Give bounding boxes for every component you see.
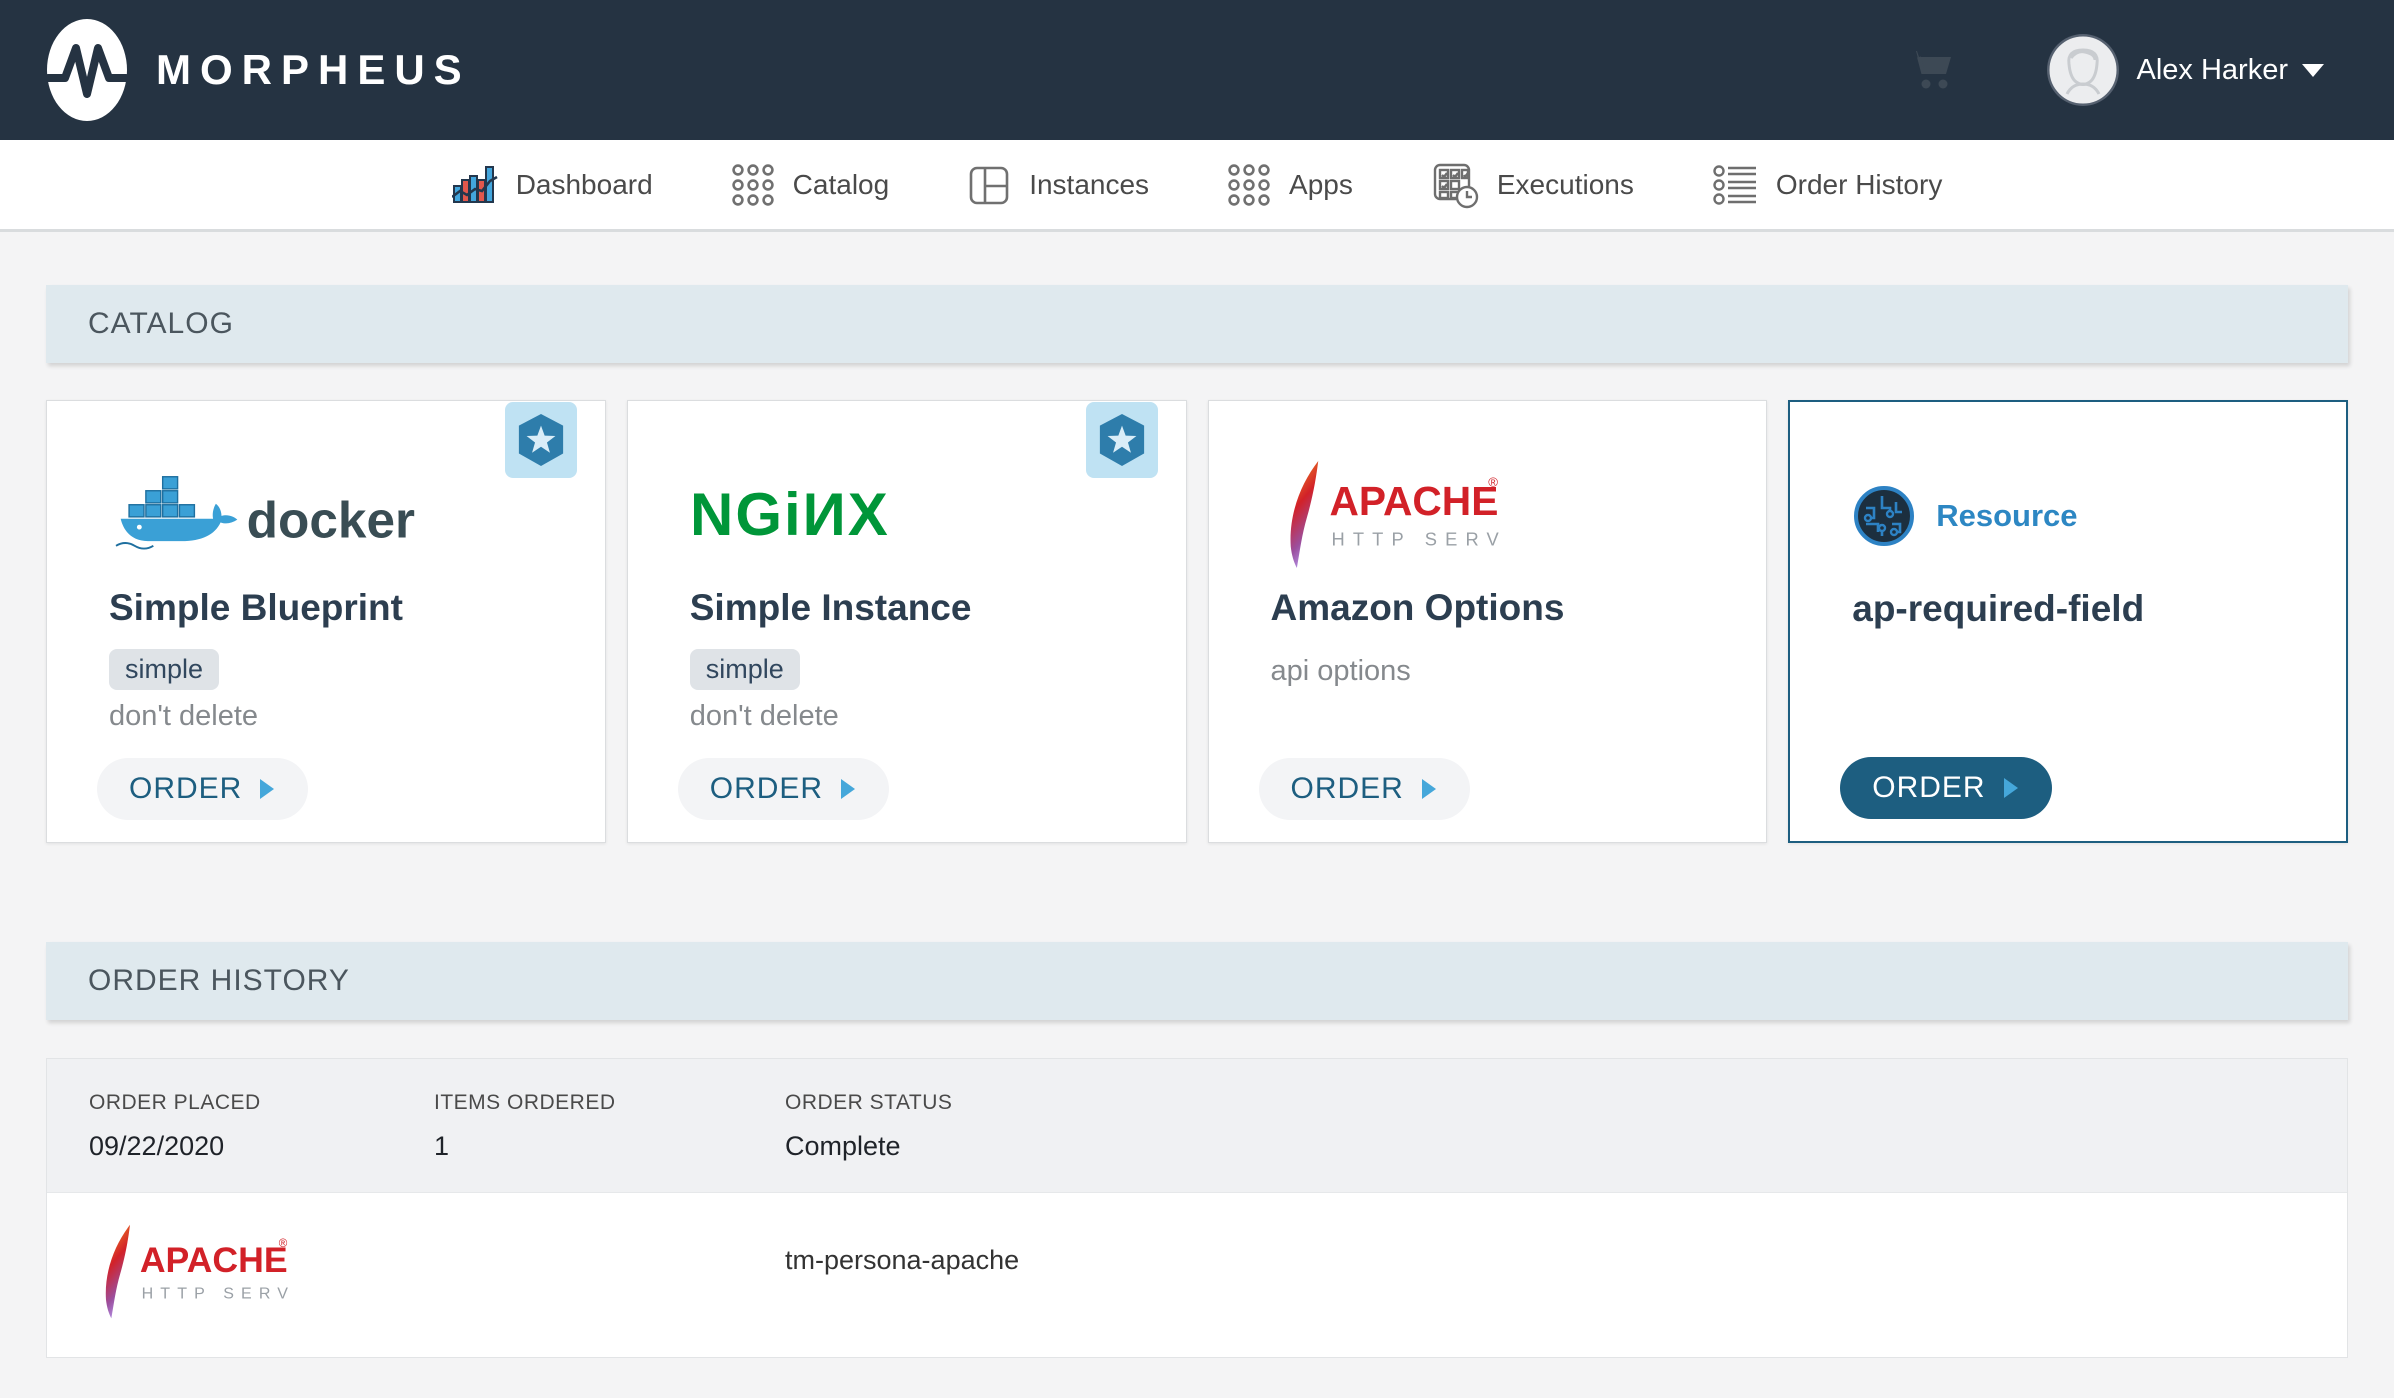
column-header: ITEMS ORDERED	[434, 1091, 785, 1115]
nav-item-label: Catalog	[793, 169, 890, 201]
catalog-card-simple-blueprint[interactable]: docker Simple Blueprint simple don't del…	[46, 400, 606, 843]
nav-item-apps[interactable]: Apps	[1227, 163, 1353, 207]
order-history-section-header: ORDER HISTORY	[46, 942, 2348, 1020]
chevron-down-icon[interactable]	[2302, 64, 2324, 77]
brand-name: MORPHEUS	[156, 46, 471, 94]
grid-icon	[731, 163, 775, 207]
order-history-section-title: ORDER HISTORY	[88, 964, 350, 998]
card-title: Amazon Options	[1271, 587, 1711, 629]
order-button[interactable]: ORDER	[678, 758, 889, 820]
cart-icon[interactable]	[1907, 48, 1955, 92]
dashboard-icon	[452, 162, 498, 208]
main-nav: Dashboard Catalog Instances Apps	[0, 140, 2394, 232]
order-button[interactable]: ORDER	[97, 758, 308, 820]
morpheus-logo-icon	[46, 18, 128, 122]
card-tag: simple	[109, 649, 219, 690]
resource-type-label: Resource	[1936, 498, 2077, 534]
app-header: MORPHEUS Alex Harker	[0, 0, 2394, 140]
catalog-card-ap-required-field[interactable]: Resource ap-required-field ORDER	[1788, 400, 2348, 843]
instances-icon	[967, 163, 1011, 207]
card-tag: simple	[690, 649, 800, 690]
order-item-name: tm-persona-apache	[785, 1193, 2347, 1357]
svg-text:NGiИX: NGiИX	[690, 481, 890, 548]
card-title: Simple Blueprint	[109, 587, 549, 629]
catalog-card-simple-instance[interactable]: NGiИX Simple Instance simple don't delet…	[627, 400, 1187, 843]
order-button[interactable]: ORDER	[1840, 757, 2051, 819]
featured-badge	[505, 402, 577, 478]
brand[interactable]: MORPHEUS	[46, 18, 471, 122]
order-placed-value: 09/22/2020	[89, 1131, 434, 1162]
order-button[interactable]: ORDER	[1259, 758, 1470, 820]
star-hexagon-icon	[1097, 412, 1147, 468]
nav-item-catalog[interactable]: Catalog	[731, 163, 890, 207]
nav-item-label: Instances	[1029, 169, 1149, 201]
grid-icon	[1227, 163, 1271, 207]
items-ordered-value: 1	[434, 1131, 785, 1162]
nav-item-executions[interactable]: Executions	[1431, 161, 1634, 209]
nav-item-dashboard[interactable]: Dashboard	[452, 162, 653, 208]
featured-badge	[1086, 402, 1158, 478]
nav-item-instances[interactable]: Instances	[967, 163, 1149, 207]
avatar[interactable]	[2047, 34, 2119, 106]
column-header: ORDER STATUS	[785, 1091, 2347, 1115]
nginx-logo: NGiИX	[690, 471, 1130, 559]
order-item-row[interactable]: tm-persona-apache	[47, 1192, 2347, 1357]
play-arrow-icon	[2002, 776, 2020, 800]
apache-logo	[1271, 471, 1711, 559]
nav-item-label: Order History	[1776, 169, 1942, 201]
play-arrow-icon	[839, 777, 857, 801]
items-ordered-cell: ITEMS ORDERED 1	[434, 1091, 785, 1162]
resource-circuit-icon	[1852, 484, 1916, 548]
resource-logo: Resource	[1852, 472, 2290, 560]
nav-item-order-history[interactable]: Order History	[1712, 164, 1942, 206]
catalog-section-title: CATALOG	[88, 307, 234, 341]
catalog-cards-grid: docker Simple Blueprint simple don't del…	[46, 400, 2348, 843]
svg-text:docker: docker	[247, 491, 415, 548]
play-arrow-icon	[258, 777, 276, 801]
nav-item-label: Dashboard	[516, 169, 653, 201]
nav-item-label: Executions	[1497, 169, 1634, 201]
order-history-table: ORDER PLACED 09/22/2020 ITEMS ORDERED 1 …	[46, 1058, 2348, 1358]
empty-cell	[434, 1193, 785, 1357]
order-status-cell: ORDER STATUS Complete	[785, 1091, 2347, 1162]
catalog-section-header: CATALOG	[46, 285, 2348, 363]
play-arrow-icon	[1420, 777, 1438, 801]
card-description: don't delete	[690, 700, 1130, 733]
card-title: Simple Instance	[690, 587, 1130, 629]
order-history-icon	[1712, 164, 1758, 206]
card-description: api options	[1271, 655, 1711, 688]
card-description: don't delete	[109, 700, 549, 733]
star-hexagon-icon	[516, 412, 566, 468]
docker-logo: docker	[109, 471, 549, 559]
nav-item-label: Apps	[1289, 169, 1353, 201]
executions-icon	[1431, 161, 1479, 209]
catalog-card-amazon-options[interactable]: Amazon Options api options ORDER	[1208, 400, 1768, 843]
card-title: ap-required-field	[1852, 588, 2290, 630]
order-status-value: Complete	[785, 1131, 2347, 1162]
order-placed-cell: ORDER PLACED 09/22/2020	[89, 1091, 434, 1162]
user-name[interactable]: Alex Harker	[2137, 54, 2289, 87]
order-summary-row[interactable]: ORDER PLACED 09/22/2020 ITEMS ORDERED 1 …	[47, 1059, 2347, 1192]
column-header: ORDER PLACED	[89, 1091, 434, 1115]
apache-logo	[89, 1193, 434, 1357]
